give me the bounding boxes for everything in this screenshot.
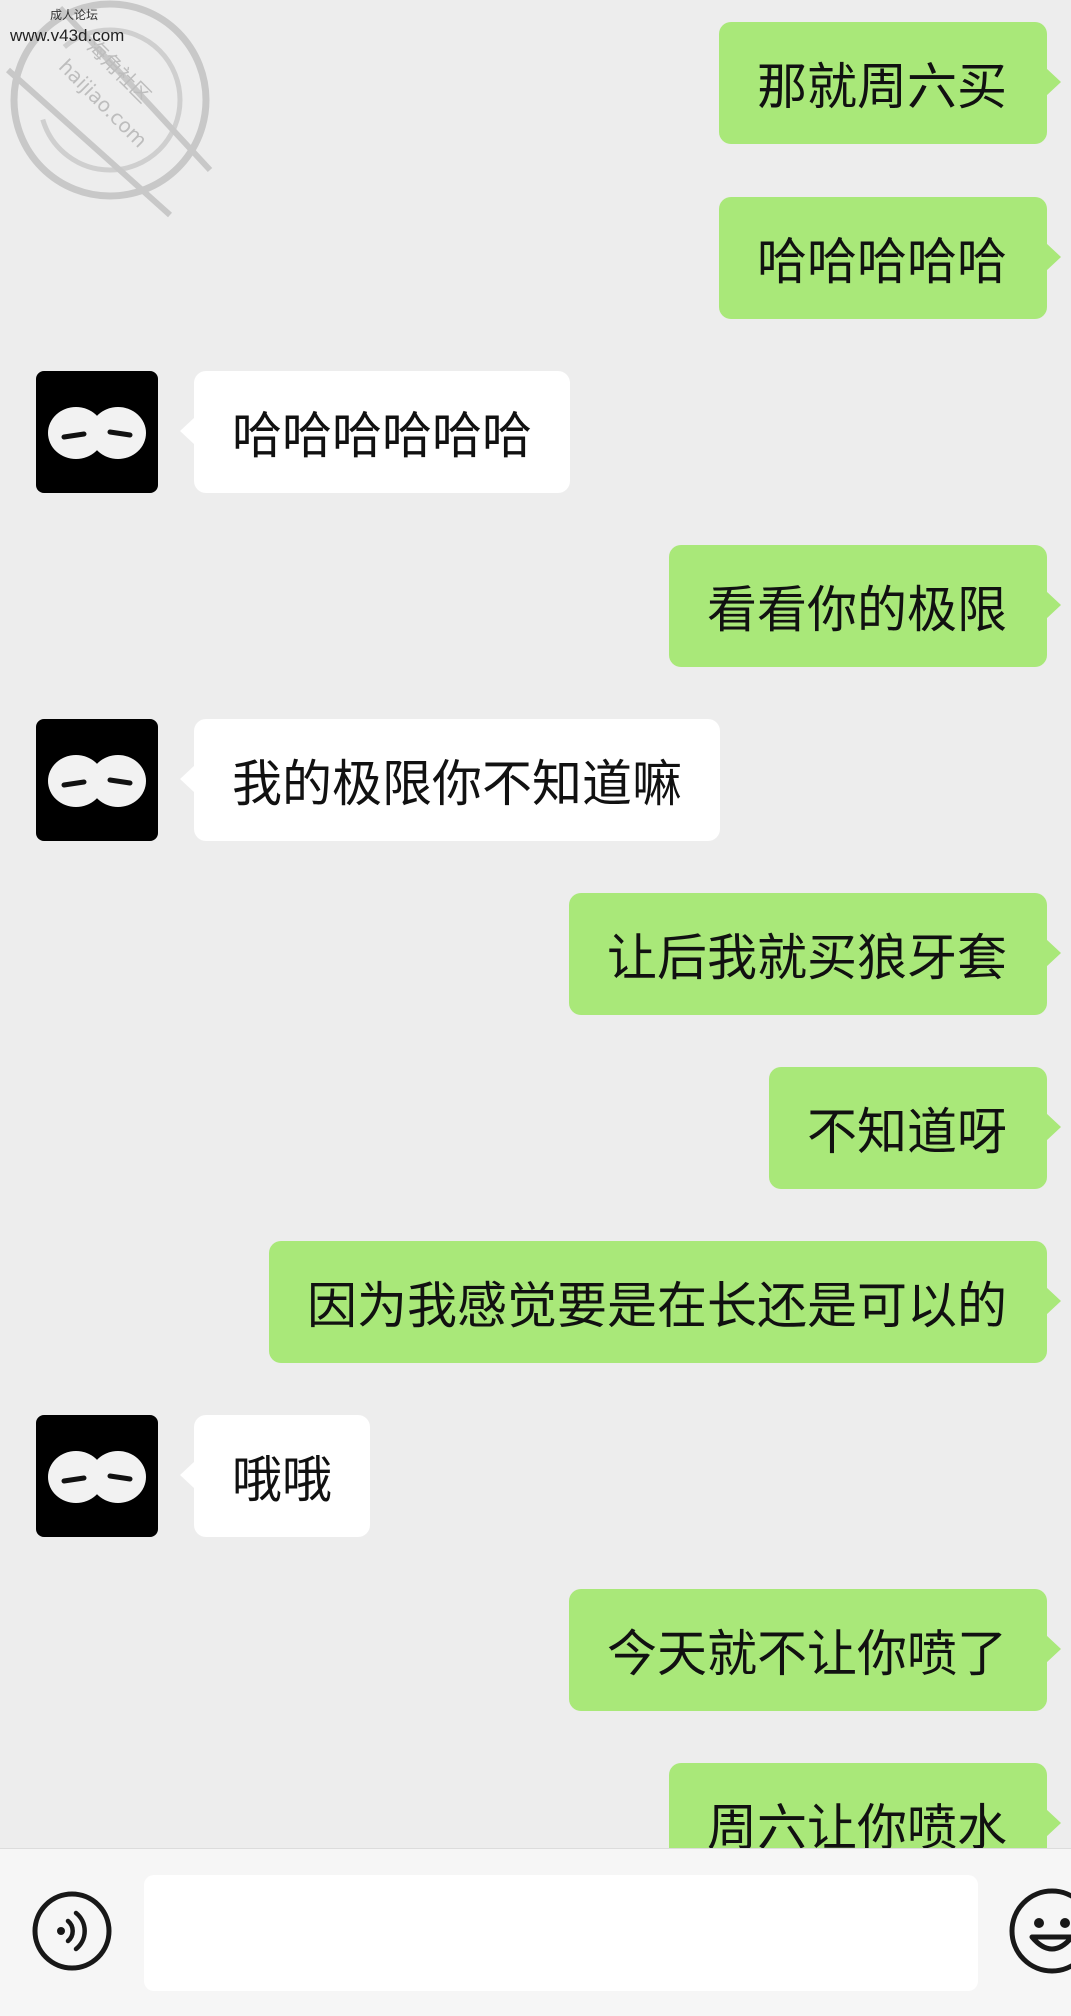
- incoming-message-bubble[interactable]: 我的极限你不知道嘛: [180, 719, 720, 841]
- watermark-url: www.v43d.com: [10, 26, 125, 45]
- sleepy-eyes-avatar-icon: [48, 755, 146, 807]
- message-text: 让后我就买狼牙套: [607, 929, 1007, 987]
- message-row-outgoing: 周六让你喷水: [0, 1763, 1071, 1848]
- outgoing-message-bubble[interactable]: 让后我就买狼牙套: [569, 893, 1061, 1015]
- voice-icon[interactable]: [32, 1891, 112, 1971]
- message-text: 哈哈哈哈哈哈: [232, 407, 532, 465]
- message-row-outgoing: 因为我感觉要是在长还是可以的: [0, 1241, 1071, 1363]
- message-row-outgoing: 让后我就买狼牙套: [0, 893, 1071, 1015]
- message-input[interactable]: [144, 1875, 978, 1991]
- outgoing-message-bubble[interactable]: 周六让你喷水: [669, 1763, 1061, 1848]
- message-text: 看看你的极限: [707, 581, 1007, 639]
- message-row-outgoing: 不知道呀: [0, 1067, 1071, 1189]
- message-text: 因为我感觉要是在长还是可以的: [307, 1277, 1007, 1335]
- avatar[interactable]: [36, 371, 158, 493]
- message-row-outgoing: 今天就不让你喷了: [0, 1589, 1071, 1711]
- watermark: 海角社区 haijiao.com 成人论坛 www.v43d.com: [0, 0, 230, 230]
- message-text: 那就周六买: [757, 58, 1007, 116]
- emoji-icon[interactable]: [1008, 1887, 1071, 1975]
- chat-input-bar: [0, 1848, 1071, 2016]
- incoming-message-bubble[interactable]: 哈哈哈哈哈哈: [180, 371, 570, 493]
- incoming-message-bubble[interactable]: 哦哦: [180, 1415, 370, 1537]
- watermark-top-text: 成人论坛: [50, 8, 99, 22]
- message-row-incoming: 哈哈哈哈哈哈: [0, 371, 1071, 493]
- avatar[interactable]: [36, 719, 158, 841]
- message-text: 我的极限你不知道嘛: [232, 755, 682, 813]
- message-row-outgoing: 看看你的极限: [0, 545, 1071, 667]
- message-row-incoming: 我的极限你不知道嘛: [0, 719, 1071, 841]
- outgoing-message-bubble[interactable]: 哈哈哈哈哈: [719, 197, 1061, 319]
- outgoing-message-bubble[interactable]: 因为我感觉要是在长还是可以的: [269, 1241, 1061, 1363]
- outgoing-message-bubble[interactable]: 那就周六买: [719, 22, 1061, 144]
- sleepy-eyes-avatar-icon: [48, 407, 146, 459]
- chat-message-list[interactable]: 那就周六买 哈哈哈哈哈 哈哈哈哈哈哈 看看你的极限 我的极限你不知道嘛 让后我就…: [0, 0, 1071, 1848]
- message-text: 哈哈哈哈哈: [757, 233, 1007, 291]
- sleepy-eyes-avatar-icon: [48, 1451, 146, 1503]
- message-row-incoming: 哦哦: [0, 1415, 1071, 1537]
- message-text: 不知道呀: [807, 1103, 1007, 1161]
- message-text: 哦哦: [232, 1451, 332, 1509]
- outgoing-message-bubble[interactable]: 不知道呀: [769, 1067, 1061, 1189]
- outgoing-message-bubble[interactable]: 看看你的极限: [669, 545, 1061, 667]
- message-text: 周六让你喷水: [707, 1799, 1007, 1848]
- message-text: 今天就不让你喷了: [607, 1625, 1007, 1683]
- outgoing-message-bubble[interactable]: 今天就不让你喷了: [569, 1589, 1061, 1711]
- avatar[interactable]: [36, 1415, 158, 1537]
